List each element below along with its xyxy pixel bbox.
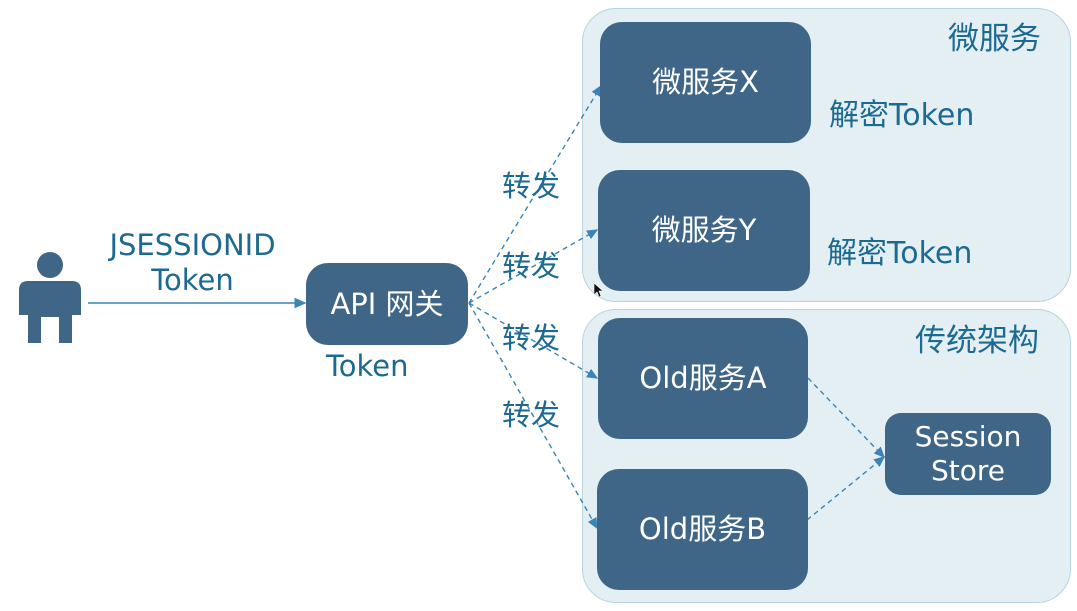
forward-label-service-x: 转发 bbox=[502, 169, 561, 203]
microservice-x-note: 解密Token bbox=[829, 98, 975, 133]
user-icon bbox=[19, 252, 81, 343]
forward-label-old-b: 转发 bbox=[502, 398, 561, 432]
mouse-cursor-icon bbox=[594, 283, 604, 297]
old-service-b-node: Old服务B bbox=[597, 469, 808, 590]
forward-label-old-a: 转发 bbox=[502, 321, 561, 355]
client-credential-label: JSESSIONID Token bbox=[109, 228, 276, 297]
microservice-x-node: 微服务X bbox=[600, 22, 811, 143]
api-gateway-node: API 网关 bbox=[306, 263, 468, 345]
session-store-node: Session Store bbox=[885, 413, 1051, 495]
microservice-group-title: 微服务 bbox=[948, 21, 1041, 57]
forward-label-service-y: 转发 bbox=[502, 249, 561, 283]
legacy-group-title: 传统架构 bbox=[915, 323, 1039, 359]
edge-old-b-to-session-store bbox=[806, 456, 886, 521]
microservice-y-node: 微服务Y bbox=[598, 170, 810, 291]
connection-edges bbox=[88, 84, 886, 530]
microservice-y-note: 解密Token bbox=[827, 236, 973, 271]
edge-old-a-to-session-store bbox=[807, 377, 885, 459]
gateway-token-caption: Token bbox=[326, 349, 409, 383]
old-service-a-node: Old服务A bbox=[598, 318, 808, 439]
